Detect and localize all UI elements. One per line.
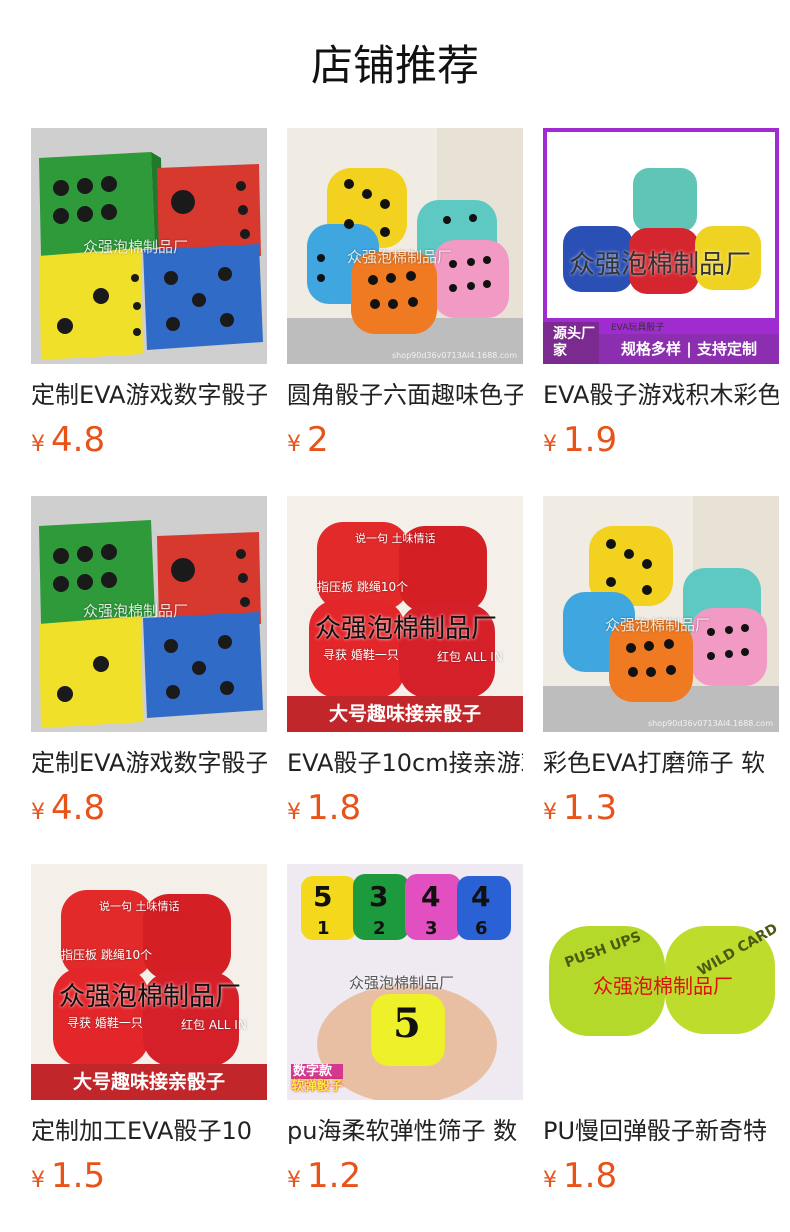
- product-price: ¥1.2: [287, 1154, 523, 1198]
- product-name[interactable]: 定制EVA游戏数字骰子: [31, 378, 267, 412]
- product-card[interactable]: 众强泡棉制品厂 shop90d36v0713Al4.1688.com 彩色EVA…: [543, 496, 779, 830]
- product-card[interactable]: 众强泡棉制品厂 EVA玩具骰子 源头厂家 规格多样 | 支持定制 EVA骰子游戏…: [543, 128, 779, 462]
- dice-number: 1: [317, 918, 330, 939]
- dice-text-bottom-right: 红包 ALL IN: [181, 1018, 247, 1032]
- currency-symbol: ¥: [287, 432, 301, 457]
- watermark: 众强泡棉制品厂: [347, 248, 453, 266]
- currency-symbol: ¥: [543, 1168, 557, 1193]
- price-value: 4.8: [51, 788, 106, 828]
- stamp-line-1: 数字款: [291, 1064, 344, 1079]
- currency-symbol: ¥: [31, 432, 45, 457]
- price-value: 1.8: [307, 788, 362, 828]
- price-value: 2: [307, 420, 329, 460]
- dice-number: 3: [369, 880, 389, 913]
- product-card[interactable]: 众强泡棉制品厂 定制EVA游戏数字骰子 ¥4.8: [31, 128, 267, 462]
- dice-text-left: 指压板 跳绳10个: [61, 948, 153, 962]
- watermark: 众强泡棉制品厂: [593, 974, 733, 998]
- product-card[interactable]: 说一句 土味情话 指压板 跳绳10个 寻获 婚鞋一只 红包 ALL IN 众强泡…: [31, 864, 267, 1198]
- product-price: ¥1.5: [31, 1154, 267, 1198]
- currency-symbol: ¥: [31, 800, 45, 825]
- currency-symbol: ¥: [287, 800, 301, 825]
- product-image[interactable]: 说一句 土味情话 指压板 跳绳10个 寻获 婚鞋一只 红包 ALL IN 众强泡…: [31, 864, 267, 1100]
- price-value: 1.3: [563, 788, 618, 828]
- product-name[interactable]: EVA骰子10cm接亲游戏: [287, 746, 523, 780]
- product-name[interactable]: 定制EVA游戏数字骰子: [31, 746, 267, 780]
- promo-banner: 大号趣味接亲骰子: [31, 1064, 267, 1100]
- dice-text-bottom-right: 红包 ALL IN: [437, 650, 503, 664]
- dice-text-bottom-left: 寻获 婚鞋一只: [323, 648, 399, 662]
- product-price: ¥1.3: [543, 786, 779, 830]
- watermark: 众强泡棉制品厂: [569, 250, 752, 280]
- product-stamp: 数字款 软弹骰子: [291, 1064, 344, 1094]
- product-price: ¥1.8: [543, 1154, 779, 1198]
- product-card[interactable]: PUSH UPS WILD CARD 众强泡棉制品厂 PU慢回弹骰子新奇特 ¥1…: [543, 864, 779, 1198]
- product-image[interactable]: 众强泡棉制品厂 shop90d36v0713Al4.1688.com: [287, 128, 523, 364]
- product-name[interactable]: 圆角骰子六面趣味色子: [287, 378, 523, 412]
- promo-left-label: 源头厂家: [543, 322, 599, 364]
- watermark: 众强泡棉制品厂: [83, 238, 189, 256]
- watermark: 众强泡棉制品厂: [83, 602, 189, 620]
- currency-symbol: ¥: [543, 800, 557, 825]
- promo-tag: EVA玩具骰子: [611, 323, 665, 333]
- dice-number: 3: [425, 918, 438, 939]
- dice-number: 4: [471, 880, 491, 913]
- price-value: 1.5: [51, 1156, 106, 1196]
- product-image[interactable]: 众强泡棉制品厂: [31, 496, 267, 732]
- product-image[interactable]: PUSH UPS WILD CARD 众强泡棉制品厂: [543, 864, 779, 1100]
- section-title: 店铺推荐: [310, 41, 479, 90]
- dice-text-bottom-left: 寻获 婚鞋一只: [67, 1016, 143, 1030]
- product-price: ¥1.8: [287, 786, 523, 830]
- product-image[interactable]: 众强泡棉制品厂: [31, 128, 267, 364]
- product-price: ¥4.8: [31, 418, 267, 462]
- watermark: 众强泡棉制品厂: [349, 974, 455, 992]
- shop-watermark: shop90d36v0713Al4.1688.com: [647, 719, 773, 728]
- product-price: ¥1.9: [543, 418, 779, 462]
- product-card[interactable]: 说一句 土味情话 指压板 跳绳10个 寻获 婚鞋一只 红包 ALL IN 众强泡…: [287, 496, 523, 830]
- price-value: 1.2: [307, 1156, 362, 1196]
- watermark: 众强泡棉制品厂: [605, 616, 711, 634]
- product-name[interactable]: 彩色EVA打磨筛子 软: [543, 746, 779, 780]
- product-price: ¥4.8: [31, 786, 267, 830]
- currency-symbol: ¥: [287, 1168, 301, 1193]
- promo-banner: 大号趣味接亲骰子: [287, 696, 523, 732]
- dice-number: 5: [393, 1000, 421, 1047]
- dice-text-top: 说一句 土味情话: [355, 532, 436, 545]
- product-card[interactable]: 众强泡棉制品厂 shop90d36v0713Al4.1688.com 圆角骰子六…: [287, 128, 523, 462]
- product-name[interactable]: pu海柔软弹性筛子 数: [287, 1114, 523, 1148]
- product-image[interactable]: 众强泡棉制品厂 shop90d36v0713Al4.1688.com: [543, 496, 779, 732]
- currency-symbol: ¥: [31, 1168, 45, 1193]
- product-name[interactable]: EVA骰子游戏积木彩色: [543, 378, 779, 412]
- dice-number: 5: [313, 880, 333, 913]
- product-price: ¥2: [287, 418, 523, 462]
- price-value: 4.8: [51, 420, 106, 460]
- dice-number: 6: [475, 918, 488, 939]
- shop-watermark: shop90d36v0713Al4.1688.com: [391, 351, 517, 360]
- currency-symbol: ¥: [543, 432, 557, 457]
- promo-right-label: 规格多样 | 支持定制: [599, 334, 779, 364]
- product-name[interactable]: PU慢回弹骰子新奇特: [543, 1114, 779, 1148]
- price-value: 1.9: [563, 420, 618, 460]
- product-card[interactable]: 5 3 4 4 1 2 3 6 5 众强泡棉制品厂 数字款 软弹骰子 pu海柔软…: [287, 864, 523, 1198]
- dice-number: 2: [373, 918, 386, 939]
- dice-text-left: 指压板 跳绳10个: [317, 580, 409, 594]
- product-card[interactable]: 众强泡棉制品厂 定制EVA游戏数字骰子 ¥4.8: [31, 496, 267, 830]
- product-image[interactable]: 众强泡棉制品厂 EVA玩具骰子 源头厂家 规格多样 | 支持定制: [543, 128, 779, 364]
- watermark: 众强泡棉制品厂: [59, 982, 242, 1012]
- dice-number: 4: [421, 880, 441, 913]
- price-value: 1.8: [563, 1156, 618, 1196]
- product-image[interactable]: 说一句 土味情话 指压板 跳绳10个 寻获 婚鞋一只 红包 ALL IN 众强泡…: [287, 496, 523, 732]
- product-image[interactable]: 5 3 4 4 1 2 3 6 5 众强泡棉制品厂 数字款 软弹骰子: [287, 864, 523, 1100]
- dice-text-top: 说一句 土味情话: [99, 900, 180, 913]
- stamp-line-2: 软弹骰子: [291, 1079, 344, 1094]
- watermark: 众强泡棉制品厂: [315, 614, 498, 644]
- product-name[interactable]: 定制加工EVA骰子10: [31, 1114, 267, 1148]
